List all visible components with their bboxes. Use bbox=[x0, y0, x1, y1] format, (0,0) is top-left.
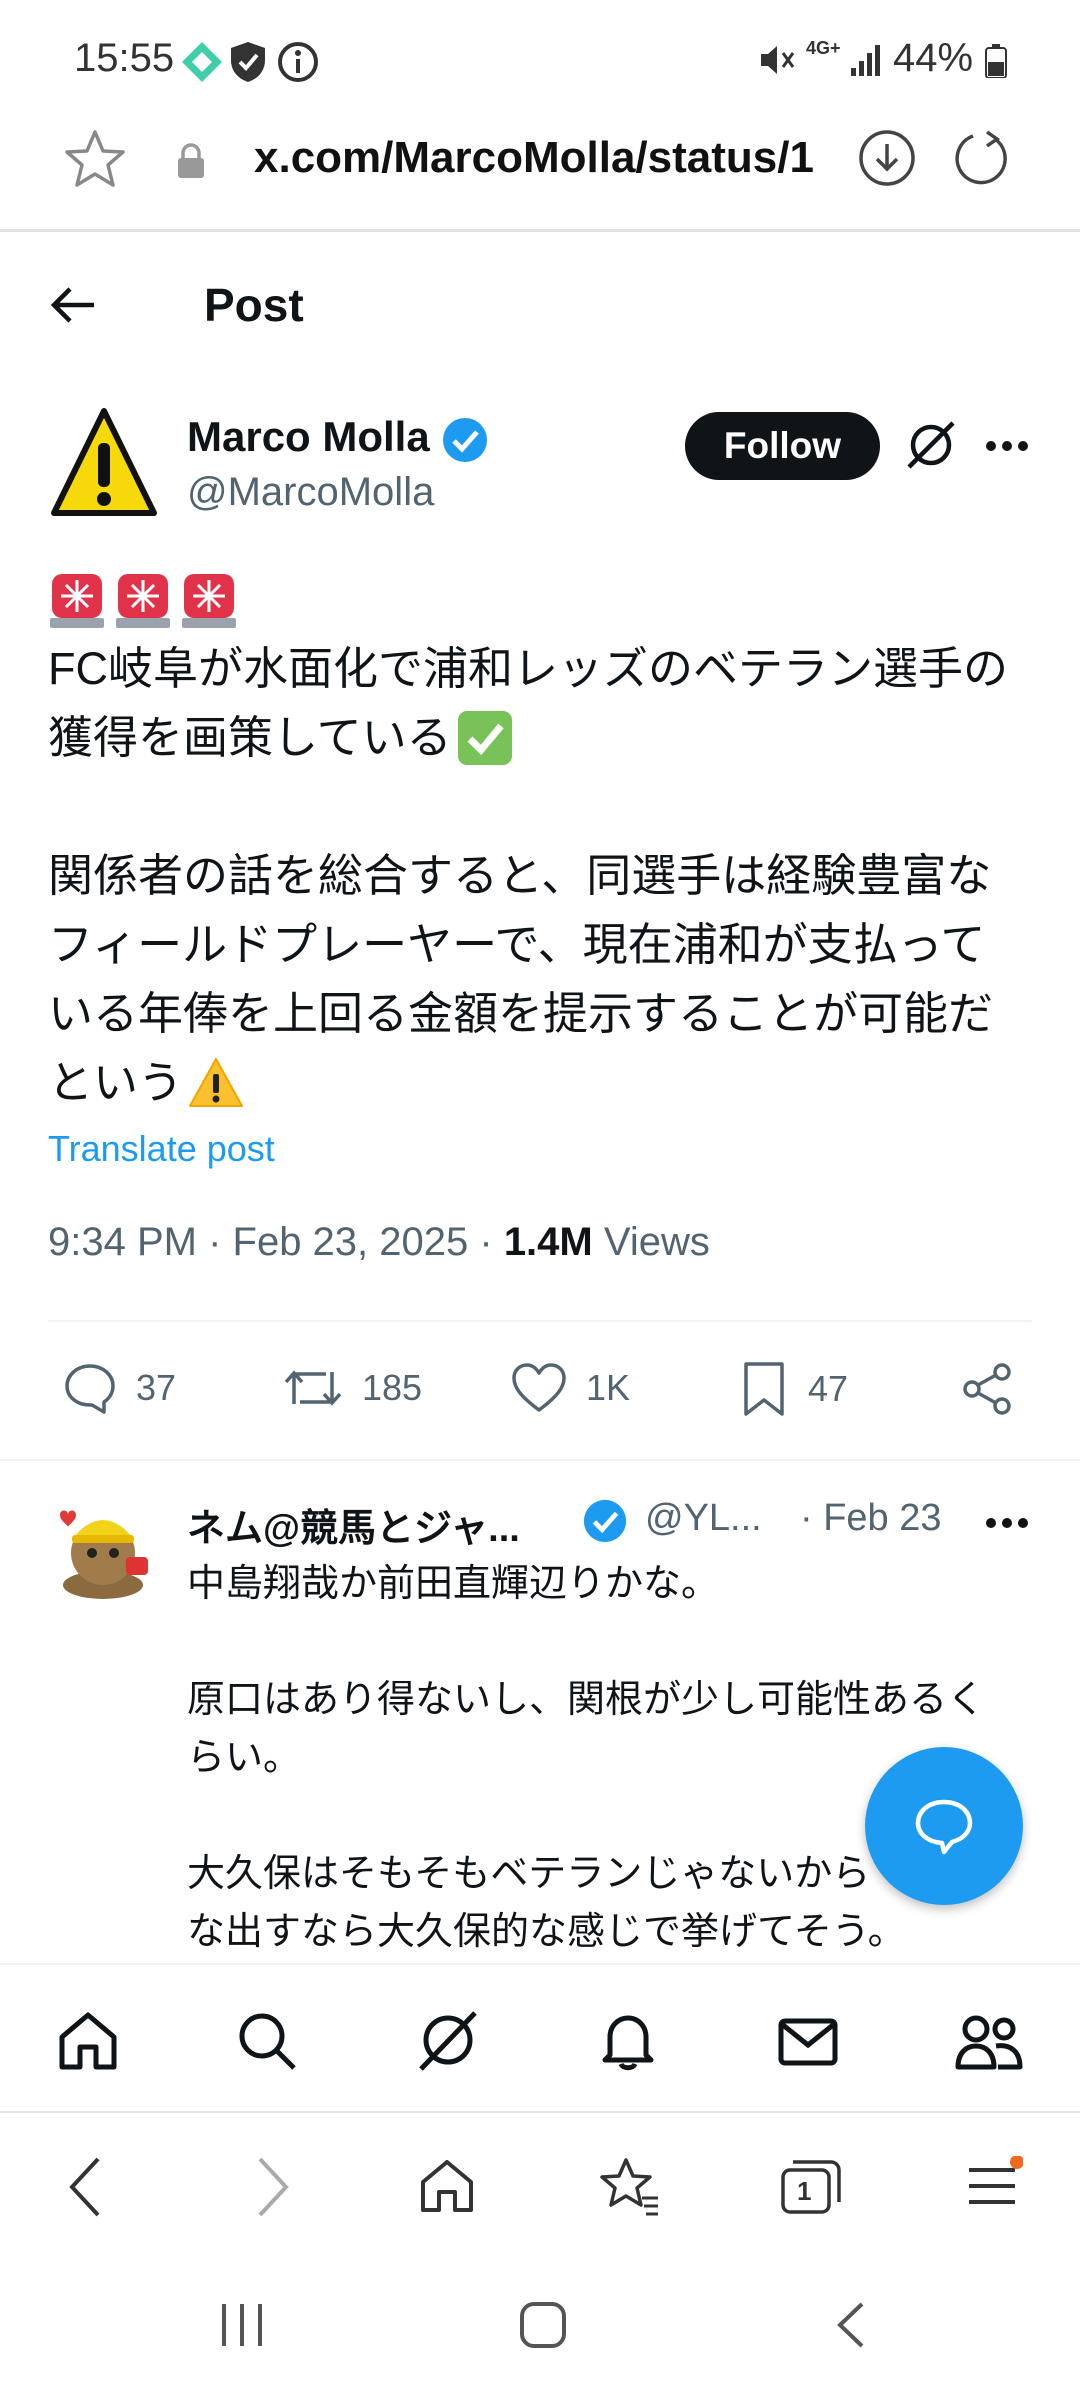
check-mark-icon bbox=[456, 709, 514, 767]
notifications-bell-icon[interactable] bbox=[596, 2009, 660, 2073]
more-options-icon[interactable] bbox=[983, 436, 1031, 456]
reply-more-options-icon[interactable] bbox=[983, 1513, 1031, 1533]
like-button[interactable]: 1K bbox=[510, 1360, 630, 1416]
network-type: 4G+ bbox=[806, 38, 841, 58]
post-text: FC岐阜が水面化で浦和レッズのベテラン選手の 獲得を画策している 関係者の話を総… bbox=[48, 634, 1048, 1117]
battery-percentage: 44% bbox=[893, 36, 974, 80]
post-text-line: 獲得を画策している bbox=[48, 712, 452, 763]
app-tab-bar bbox=[0, 1963, 1080, 2113]
siren-emojis bbox=[48, 570, 238, 630]
siren-icon bbox=[180, 570, 238, 630]
views-label: Views bbox=[592, 1220, 710, 1264]
system-home-icon[interactable] bbox=[518, 2300, 568, 2350]
share-icon[interactable] bbox=[958, 1360, 1016, 1418]
bookmark-count: 47 bbox=[808, 1368, 849, 1409]
mute-icon bbox=[757, 40, 795, 80]
repost-button[interactable]: 185 bbox=[282, 1360, 422, 1416]
browser-toolbar: 1 bbox=[0, 2113, 1080, 2253]
tab-count: 1 bbox=[797, 2176, 812, 2206]
divider bbox=[0, 1459, 1080, 1461]
translate-post-link[interactable]: Translate post bbox=[48, 1128, 275, 1170]
heart-icon bbox=[510, 1360, 568, 1416]
compose-reply-button[interactable] bbox=[865, 1747, 1023, 1905]
repost-icon bbox=[282, 1360, 344, 1416]
reply-text-line: 中島翔哉か前田直輝辺りかな。 bbox=[187, 1563, 720, 1605]
bookmark-star-icon[interactable] bbox=[63, 127, 127, 191]
author-handle[interactable]: @MarcoMolla bbox=[187, 470, 434, 515]
post-text-line: フィールドプレーヤーで、現在浦和が支払って bbox=[48, 919, 986, 970]
browser-forward-icon[interactable] bbox=[252, 2155, 292, 2219]
grok-icon[interactable] bbox=[903, 417, 959, 473]
home-icon[interactable] bbox=[56, 2009, 120, 2073]
reply-text-line: 原口はあり得ないし、関根が少し可能性あるく bbox=[187, 1679, 986, 1721]
like-count: 1K bbox=[586, 1367, 631, 1408]
post-text-line: 関係者の話を総合すると、同選手は経験豊富な bbox=[48, 850, 992, 901]
browser-home-icon[interactable] bbox=[417, 2156, 477, 2216]
system-navigation-bar bbox=[0, 2253, 1080, 2400]
reply-author-handle[interactable]: @YL... bbox=[645, 1497, 765, 1540]
messages-icon[interactable] bbox=[776, 2009, 840, 2073]
back-arrow-icon[interactable] bbox=[48, 280, 98, 330]
refresh-icon[interactable] bbox=[953, 128, 1013, 188]
reply-author-name[interactable]: ネム@競馬とジャ... bbox=[187, 1497, 557, 1552]
tabs-icon[interactable]: 1 bbox=[779, 2156, 843, 2216]
views-count: 1.4M bbox=[503, 1220, 593, 1264]
menu-icon[interactable] bbox=[963, 2156, 1023, 2216]
post-timestamp[interactable]: 9:34 PM · Feb 23, 2025 · bbox=[48, 1220, 504, 1264]
reply-avatar[interactable] bbox=[48, 1495, 158, 1605]
reply-count: 37 bbox=[136, 1367, 177, 1408]
bookmark-button[interactable]: 47 bbox=[738, 1360, 848, 1418]
shield-icon bbox=[228, 40, 268, 84]
browser-back-icon[interactable] bbox=[66, 2155, 106, 2219]
divider bbox=[48, 1320, 1032, 1322]
battery-icon bbox=[985, 44, 1007, 78]
siren-icon bbox=[48, 570, 106, 630]
post-text-line: FC岐阜が水面化で浦和レッズのベテラン選手の bbox=[48, 643, 1008, 694]
system-back-icon[interactable] bbox=[830, 2300, 870, 2350]
post-text-line: いる年俸を上回る金額を提示することが可能だ bbox=[48, 988, 994, 1039]
chat-bubble-icon bbox=[912, 1796, 976, 1856]
follow-button[interactable]: Follow bbox=[685, 412, 880, 480]
lock-icon bbox=[176, 143, 206, 179]
page-title: Post bbox=[204, 279, 304, 331]
status-time: 15:55 bbox=[74, 36, 175, 80]
reply-date[interactable]: · Feb 23 bbox=[800, 1497, 942, 1540]
verified-badge-icon bbox=[441, 416, 489, 464]
app-notification-icon bbox=[180, 40, 224, 84]
url-text[interactable]: x.com/MarcoMolla/status/1 bbox=[254, 133, 814, 183]
grok-tab-icon[interactable] bbox=[413, 2005, 483, 2075]
reply-text: 中島翔哉か前田直輝辺りかな。 原口はあり得ないし、関根が少し可能性あるく らい。… bbox=[187, 1555, 1027, 1961]
author-name[interactable]: Marco Molla bbox=[187, 413, 430, 461]
signal-icon bbox=[850, 42, 882, 78]
siren-icon bbox=[114, 570, 172, 630]
avatar[interactable] bbox=[48, 405, 160, 525]
reply-button[interactable]: 37 bbox=[62, 1360, 176, 1416]
warning-icon bbox=[187, 1056, 245, 1110]
info-icon bbox=[276, 40, 320, 84]
download-icon[interactable] bbox=[857, 128, 917, 188]
repost-count: 185 bbox=[362, 1367, 423, 1408]
recent-apps-icon[interactable] bbox=[216, 2300, 268, 2350]
post-meta: 9:34 PM · Feb 23, 2025 · 1.4M Views bbox=[48, 1220, 710, 1265]
search-icon[interactable] bbox=[235, 2009, 299, 2073]
bookmark-icon bbox=[738, 1360, 790, 1418]
reply-icon bbox=[62, 1360, 118, 1416]
post-text-line: という bbox=[48, 1057, 184, 1108]
bookmarks-star-icon[interactable] bbox=[598, 2156, 662, 2216]
communities-icon[interactable] bbox=[954, 2009, 1024, 2073]
reply-text-line: な出すなら大久保的な感じで挙げてそう。 bbox=[187, 1911, 906, 1953]
verified-badge-icon bbox=[582, 1498, 628, 1544]
status-bar: 15:55 4G+ 44% bbox=[0, 0, 1080, 120]
